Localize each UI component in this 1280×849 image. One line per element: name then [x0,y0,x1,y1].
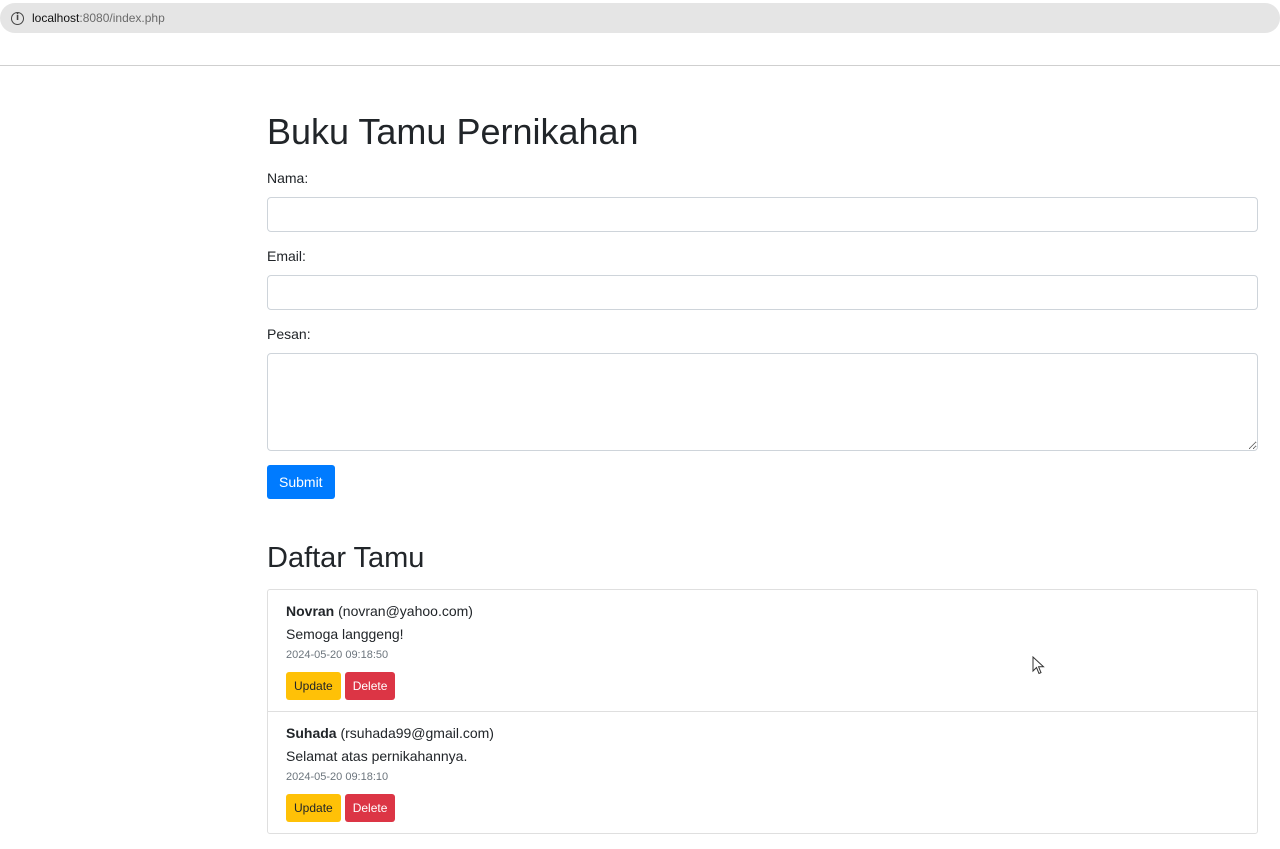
guest-message: Selamat atas pernikahannya. [286,748,468,765]
guest-list: Novran (novran@yahoo.com) Semoga langgen… [267,589,1258,835]
email-input[interactable] [267,275,1258,311]
guest-timestamp: 2024-05-20 09:18:50 [286,649,389,662]
message-label: Pesan: [267,326,311,343]
message-textarea[interactable] [267,353,1258,452]
item-actions: Update Delete [286,672,1239,701]
toolbar-divider [0,65,1280,66]
submit-button[interactable]: Submit [267,465,335,500]
update-button[interactable]: Update [286,794,341,823]
delete-button[interactable]: Delete [344,672,396,701]
site-info-icon[interactable]: i [11,11,24,25]
item-actions: Update Delete [286,794,1239,823]
update-button[interactable]: Update [286,672,341,701]
guest-message: Semoga langgeng! [286,626,404,643]
name-input[interactable] [267,197,1258,233]
guest-name: Suhada [286,725,337,742]
guest-email: (rsuhada99@gmail.com) [340,725,494,742]
guestbook-form: Nama: Email: Pesan: Submit [267,170,1258,500]
email-label: Email: [267,248,306,265]
url-host: localhost [32,11,80,25]
guest-list-title: Daftar Tamu [267,542,425,575]
name-label: Nama: [267,170,309,187]
list-item: Novran (novran@yahoo.com) Semoga langgen… [268,590,1257,711]
address-bar[interactable]: i localhost:8080/index.php [0,3,1280,33]
page-title: Buku Tamu Pernikahan [267,111,639,152]
delete-button[interactable]: Delete [344,794,396,823]
guest-timestamp: 2024-05-20 09:18:10 [286,771,389,784]
list-item: Suhada (rsuhada99@gmail.com) Selamat ata… [268,711,1257,833]
url-path: :8080/index.php [79,11,165,25]
mouse-cursor-icon [1032,656,1045,675]
guest-email: (novran@yahoo.com) [338,603,473,620]
guest-name: Novran [286,603,335,620]
main-container: Buku Tamu Pernikahan Nama: Email: Pesan:… [267,96,1258,835]
